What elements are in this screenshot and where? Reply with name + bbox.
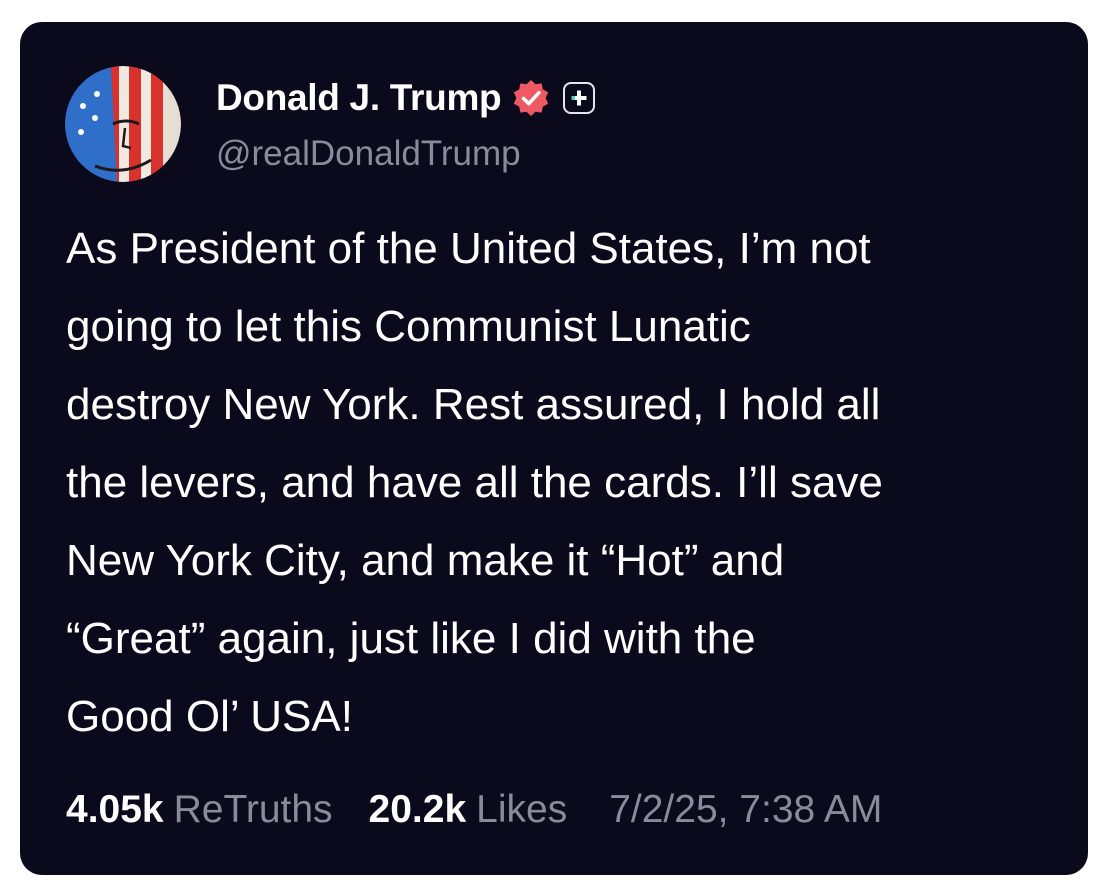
post-card: Donald J. Trump @realDonaldTrump As Pres…	[20, 22, 1088, 875]
post-text: As President of the United States, I’m n…	[66, 210, 1066, 756]
post-text-line: “Great” again, just like I did with the	[66, 614, 756, 663]
author-row: Donald J. Trump	[216, 74, 596, 122]
retruths-count: 4.05k	[66, 788, 164, 831]
avatar-image	[65, 66, 181, 182]
likes-label: Likes	[476, 788, 568, 831]
post-text-line: New York City, and make it “Hot” and	[66, 536, 785, 585]
post-timestamp[interactable]: 7/2/25, 7:38 AM	[609, 788, 882, 832]
avatar[interactable]	[65, 66, 181, 182]
post-text-line: As President of the United States, I’m n…	[66, 224, 871, 273]
post-text-line: the levers, and have all the cards. I’ll…	[66, 458, 883, 507]
post-text-line: Good Ol’ USA!	[66, 692, 353, 741]
likes-count: 20.2k	[368, 788, 467, 831]
author-handle[interactable]: @realDonaldTrump	[216, 134, 521, 174]
post-text-line: going to let this Communist Lunatic	[66, 302, 751, 351]
post-footer: 4.05k ReTruths 20.2k Likes 7/2/25, 7:38 …	[66, 780, 1046, 840]
likes-stat[interactable]: 20.2k Likes	[369, 788, 568, 832]
retruths-label: ReTruths	[173, 788, 333, 831]
verified-badge-icon	[514, 80, 549, 116]
post-text-line: destroy New York. Rest assured, I hold a…	[66, 380, 881, 429]
plus-icon	[563, 82, 596, 114]
author-display-name[interactable]: Donald J. Trump	[216, 77, 502, 119]
retruths-stat[interactable]: 4.05k ReTruths	[66, 788, 333, 832]
